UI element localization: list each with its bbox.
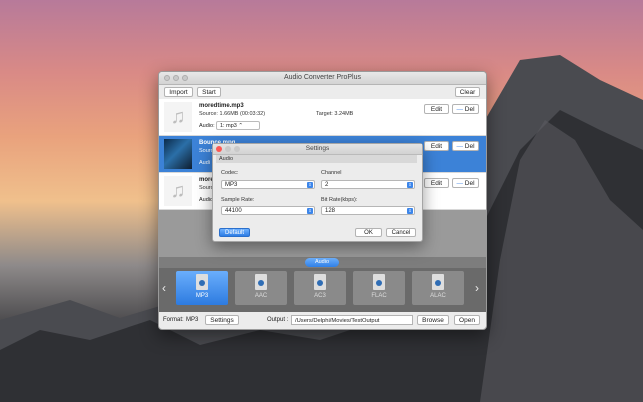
format-tile-mp3[interactable]: MP3 xyxy=(176,271,228,305)
popup-arrows-icon: ⇕ xyxy=(307,182,313,188)
audio-file-icon xyxy=(314,274,326,290)
codec-label: Codec: xyxy=(221,170,239,176)
browse-button[interactable]: Browse xyxy=(417,315,449,325)
audio-file-icon xyxy=(373,274,385,290)
sample-rate-label: Sample Rate: xyxy=(221,197,255,203)
audio-file-icon xyxy=(196,274,208,290)
format-carousel: ‹ MP3 AAC AC3 FLAC ALAC › xyxy=(159,268,486,312)
title-bar: Audio Converter ProPlus xyxy=(159,72,486,85)
import-button[interactable]: Import xyxy=(164,87,193,97)
audio-label: Audio xyxy=(199,197,214,203)
output-path-field[interactable]: /Users/Delphi/Movies/TestOutput xyxy=(291,315,413,325)
audio-label: Audio: xyxy=(199,123,215,129)
clear-button[interactable]: Clear xyxy=(455,87,480,97)
music-note-icon: ♫ xyxy=(164,102,192,132)
popup-arrows-icon: ⇕ xyxy=(407,182,413,188)
codec-select[interactable]: MP3 ⇕ xyxy=(221,180,315,189)
channel-label: Channel xyxy=(321,170,342,176)
edit-button[interactable]: Edit xyxy=(424,178,449,188)
target-info: Target: 3.24MB xyxy=(316,111,354,117)
format-header: Audio xyxy=(159,257,486,268)
settings-dialog: Settings Audio Codec: MP3 ⇕ Channel 2 ⇕ Sa… xyxy=(212,143,423,242)
bit-rate-label: Bit Rate(kbps): xyxy=(321,197,358,203)
format-tile-ac3[interactable]: AC3 xyxy=(294,271,346,305)
chevron-left-icon[interactable]: ‹ xyxy=(162,281,166,295)
bottom-bar: Format: MP3 Settings Output : /Users/Del… xyxy=(159,313,486,329)
dialog-title-bar: Settings xyxy=(213,144,422,155)
popup-arrows-icon: ⇕ xyxy=(307,208,313,214)
settings-button[interactable]: Settings xyxy=(205,315,239,325)
format-tile-aac[interactable]: AAC xyxy=(235,271,287,305)
dialog-title: Settings xyxy=(305,145,330,152)
audio-group-header: Audio xyxy=(216,155,417,163)
source-info: Source: 1.66MB (00:03:32) xyxy=(199,111,266,117)
format-tile-alac[interactable]: ALAC xyxy=(412,271,464,305)
edit-button[interactable]: Edit xyxy=(424,141,449,151)
toolbar: Import Start Clear xyxy=(159,85,486,100)
delete-button[interactable]: — Del xyxy=(452,178,479,188)
delete-button[interactable]: — Del xyxy=(452,141,479,151)
format-value: MP3 xyxy=(186,317,199,323)
file-name: moredtime.mp3 xyxy=(199,103,244,109)
cancel-button[interactable]: Cancel xyxy=(386,228,416,237)
audio-file-icon xyxy=(432,274,444,290)
sample-rate-select[interactable]: 44100 ⇕ xyxy=(221,206,315,215)
output-label: Output : xyxy=(267,317,289,323)
music-note-icon: ♫ xyxy=(164,176,192,206)
start-button[interactable]: Start xyxy=(197,87,221,97)
audio-tab[interactable]: Audio xyxy=(305,258,339,267)
file-row[interactable]: ♫ moredtime.mp3 Source: 1.66MB (00:03:32… xyxy=(159,99,486,136)
audio-file-icon xyxy=(255,274,267,290)
format-label: Format: xyxy=(163,317,184,323)
open-button[interactable]: Open xyxy=(454,315,480,325)
audio-label: Audi xyxy=(199,160,211,166)
delete-button[interactable]: — Del xyxy=(452,104,479,114)
audio-track-select[interactable]: 1: mp3 ⌃ xyxy=(216,121,260,130)
ok-button[interactable]: OK xyxy=(355,228,382,237)
edit-button[interactable]: Edit xyxy=(424,104,449,114)
channel-select[interactable]: 2 ⇕ xyxy=(321,180,415,189)
video-thumbnail xyxy=(164,139,192,169)
window-title: Audio Converter ProPlus xyxy=(283,74,362,81)
chevron-right-icon[interactable]: › xyxy=(475,281,479,295)
popup-arrows-icon: ⇕ xyxy=(407,208,413,214)
format-tile-flac[interactable]: FLAC xyxy=(353,271,405,305)
bit-rate-select[interactable]: 128 ⇕ xyxy=(321,206,415,215)
default-button[interactable]: Default xyxy=(219,228,250,237)
